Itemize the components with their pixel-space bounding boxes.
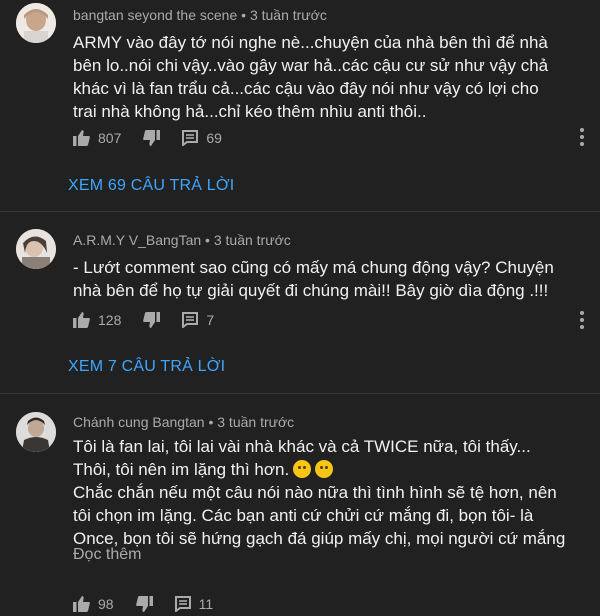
timestamp: 3 tuần trước — [249, 7, 327, 23]
more-vertical-icon[interactable] — [578, 310, 586, 330]
like-count: 807 — [98, 130, 122, 146]
grinning-face-emoji-icon — [293, 460, 312, 478]
grinning-face-emoji-icon — [315, 460, 334, 478]
thumbs-up-icon — [73, 130, 90, 146]
reply-count: 11 — [198, 596, 214, 612]
timestamp: 3 tuần trước — [217, 414, 295, 430]
thumbs-down-icon — [135, 596, 153, 612]
comment-actions: 98 11 — [73, 592, 235, 616]
reply-count: 7 — [206, 312, 215, 328]
avatar[interactable] — [16, 229, 56, 269]
comment-text: ARMY vào đây tớ nói nghe nè...chuyện của… — [73, 33, 549, 121]
avatar[interactable] — [16, 3, 56, 43]
author-name[interactable]: bangtan seyond the scene — [73, 7, 237, 23]
avatar[interactable] — [16, 412, 56, 452]
comment-text: Tôi là fan lai, tôi lai vài nhà khác và … — [73, 437, 566, 548]
dislike-button[interactable] — [143, 312, 161, 328]
reply-button[interactable]: 11 — [174, 596, 214, 612]
author-name[interactable]: Chánh cung Bangtan — [73, 414, 205, 430]
like-count: 98 — [98, 596, 114, 612]
timestamp: 3 tuần trước — [213, 232, 291, 248]
like-button[interactable]: 98 — [73, 596, 114, 612]
thumbs-down-icon — [143, 312, 161, 328]
like-button[interactable]: 807 — [73, 130, 121, 146]
comment-meta: Chánh cung Bangtan • 3 tuần trước — [73, 414, 295, 430]
divider — [0, 393, 600, 394]
view-replies-button[interactable]: XEM 69 CÂU TRẢ LỜI — [68, 177, 234, 195]
view-replies-button[interactable]: XEM 7 CÂU TRẢ LỜI — [68, 358, 225, 376]
comment-meta: bangtan seyond the scene • 3 tuần trước — [73, 7, 327, 23]
reply-button[interactable]: 69 — [182, 130, 222, 146]
reply-icon — [174, 596, 191, 612]
reply-icon — [182, 312, 199, 328]
reply-icon — [182, 130, 199, 146]
comment-meta: A.R.M.Y V_BangTan • 3 tuần trước — [73, 232, 291, 248]
avatar-image — [16, 229, 56, 269]
avatar-image — [16, 412, 56, 452]
dislike-button[interactable] — [135, 596, 153, 612]
thumbs-up-icon — [73, 312, 90, 328]
like-button[interactable]: 128 — [73, 312, 121, 328]
thumbs-down-icon — [143, 130, 161, 146]
more-vertical-icon[interactable] — [578, 127, 586, 147]
reply-button[interactable]: 7 — [182, 312, 214, 328]
read-more-link[interactable]: Đọc thêm — [73, 546, 141, 564]
like-count: 128 — [98, 312, 122, 328]
reply-count: 69 — [206, 130, 222, 146]
thumbs-up-icon — [73, 596, 90, 612]
comment-actions: 128 7 — [73, 308, 236, 332]
comment-actions: 807 69 — [73, 126, 244, 150]
divider — [0, 211, 600, 212]
dislike-button[interactable] — [143, 130, 161, 146]
author-name[interactable]: A.R.M.Y V_BangTan — [73, 232, 201, 248]
avatar-image — [16, 3, 56, 43]
comment-text: - Lướt comment sao cũng có mấy má chung … — [73, 258, 554, 300]
